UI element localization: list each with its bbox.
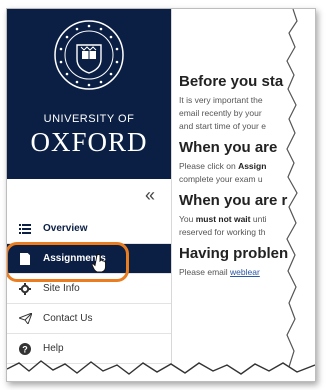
sidebar-item-label: Site Info — [43, 283, 80, 294]
sidebar-item-label: Help — [43, 343, 64, 354]
oxford-crest-icon — [54, 20, 124, 90]
screenshot-frame: UNIVERSITY OF OXFORD « Overview Assignme… — [6, 8, 316, 382]
sidebar-item-label: Contact Us — [43, 313, 93, 324]
send-icon — [15, 313, 35, 324]
paragraph-text: Please click on — [179, 161, 239, 171]
gear-icon — [15, 282, 35, 295]
sidebar-nav: Overview Assignments Site Info Contact U… — [7, 214, 171, 364]
paragraph-text: Please email — [179, 267, 231, 277]
sidebar-item-overview[interactable]: Overview — [7, 214, 171, 244]
emphasis-text: Assign — [238, 161, 267, 171]
question-icon: ? — [15, 342, 35, 355]
torn-edge-right — [286, 9, 315, 381]
paragraph-text: unti — [250, 214, 267, 224]
sidebar-item-contact-us[interactable]: Contact Us — [7, 304, 171, 334]
sidebar-item-label: Overview — [43, 223, 88, 234]
document-icon — [15, 252, 35, 265]
sidebar-item-site-info[interactable]: Site Info — [7, 274, 171, 304]
hand-pointer-icon — [92, 254, 106, 272]
oxford-logo[interactable]: UNIVERSITY OF OXFORD — [7, 9, 171, 179]
sidebar-item-assignments[interactable]: Assignments — [7, 242, 171, 282]
list-icon — [15, 223, 35, 234]
emphasis-text: must not wait — [195, 214, 251, 224]
paragraph-text: You — [179, 214, 196, 224]
email-link[interactable]: weblear — [230, 267, 260, 277]
collapse-sidebar-button[interactable]: « — [145, 185, 155, 206]
logo-line-2: OXFORD — [30, 127, 148, 157]
torn-edge-bottom — [7, 360, 315, 381]
sidebar: UNIVERSITY OF OXFORD « Overview Assignme… — [7, 9, 172, 381]
logo-line-1: UNIVERSITY OF — [43, 113, 135, 125]
svg-text:?: ? — [22, 344, 28, 354]
